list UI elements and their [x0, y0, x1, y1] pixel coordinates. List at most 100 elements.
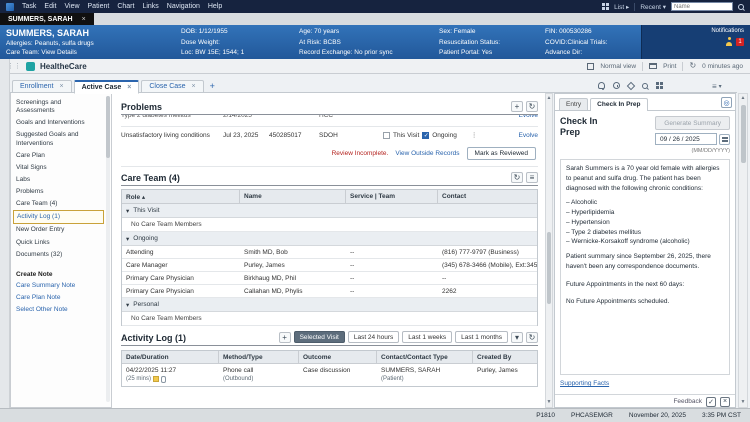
notifications-panel[interactable]: Notifications 1 [641, 25, 750, 59]
menu-links[interactable]: Links [142, 3, 158, 10]
window-scrollbar[interactable]: ▲ ▼ [738, 93, 748, 408]
column-method-type[interactable]: Method/Type [219, 351, 299, 364]
evolve-link[interactable]: Evolve [518, 132, 538, 139]
sidebar-item-goals[interactable]: Goals and Interventions [13, 117, 104, 129]
search-icon[interactable] [738, 3, 744, 10]
mark-as-reviewed-button[interactable]: Mark as Reviewed [466, 147, 536, 160]
column-contact[interactable]: Contact [438, 190, 537, 204]
group-personal[interactable]: ▾ Personal [122, 298, 537, 312]
tab-entry[interactable]: Entry [559, 98, 589, 110]
supporting-facts-link[interactable]: Supporting Facts [560, 380, 609, 387]
table-row[interactable]: Attending Smith MD, Bob -- (816) 777-979… [122, 246, 537, 259]
close-icon[interactable]: × [82, 16, 86, 23]
care-summary-note-link[interactable]: Care Summary Note [13, 280, 104, 292]
filter-last-1-weeks[interactable]: Last 1 weeks [402, 331, 453, 343]
patient-list-button[interactable]: List ▸ [614, 3, 629, 11]
tab-close-case[interactable]: Close Case × [141, 80, 204, 93]
table-row[interactable]: 04/22/2025 11:27 (25 mins) Phone call (O… [122, 364, 537, 386]
sidebar-item-new-order-entry[interactable]: New Order Entry [13, 224, 104, 236]
checkin-date-input[interactable]: 09 / 26 / 2025 [655, 133, 717, 145]
menu-task[interactable]: Task [22, 3, 36, 10]
feedback-positive-button[interactable]: ✓ [706, 396, 716, 407]
problem-row[interactable]: Unsatisfactory living conditions Jul 23,… [121, 127, 538, 143]
recent-button[interactable]: Recent ▾ [640, 3, 666, 11]
view-outside-records-link[interactable]: View Outside Records [395, 150, 459, 157]
grid-icon[interactable] [602, 3, 610, 10]
patient-tab[interactable]: SUMMERS, SARAH × [0, 13, 94, 25]
menu-navigation[interactable]: Navigation [167, 3, 200, 10]
filter-dropdown[interactable]: ▾ [511, 331, 523, 343]
activity-refresh-button[interactable]: ↻ [526, 331, 538, 343]
sidebar-item-activity-log[interactable]: Activity Log (1) [13, 210, 104, 225]
row-menu-icon[interactable]: ⋮ [471, 131, 478, 139]
sidebar-item-screenings[interactable]: Screenings and Assessments [13, 97, 104, 117]
close-icon[interactable]: × [127, 84, 131, 91]
bell-icon[interactable] [598, 82, 605, 90]
menu-view[interactable]: View [64, 3, 79, 10]
target-icon[interactable]: ◎ [721, 97, 732, 108]
ongoing-checkbox[interactable] [422, 131, 430, 139]
filter-last-1-months[interactable]: Last 1 months [455, 331, 508, 343]
column-created-by[interactable]: Created By [473, 351, 537, 364]
column-role[interactable]: Role ▴ [122, 190, 240, 204]
sidebar-item-problems[interactable]: Problems [13, 186, 104, 198]
view-mode-icon[interactable] [587, 62, 595, 70]
problem-row[interactable]: Type 2 diabetes mellitus 2/14/2025 HCC E… [121, 115, 538, 123]
tag-icon[interactable] [626, 81, 636, 90]
column-date-duration[interactable]: Date/Duration [122, 351, 219, 364]
column-contact-type[interactable]: Contact/Contact Type [377, 351, 473, 364]
column-name[interactable]: Name [240, 190, 346, 204]
menu-chart[interactable]: Chart [117, 3, 134, 10]
add-tab-button[interactable]: + [206, 81, 219, 93]
care-team-menu-button[interactable]: ≡ [526, 172, 538, 183]
sidebar-item-labs[interactable]: Labs [13, 174, 104, 186]
content-scrollbar[interactable]: ▲ ▼ [545, 93, 553, 408]
close-icon[interactable]: × [192, 83, 196, 90]
group-this-visit[interactable]: ▾ This Visit [122, 204, 537, 218]
select-other-note-link[interactable]: Select Other Note [13, 304, 104, 316]
column-service-team[interactable]: Service | Team [346, 190, 438, 204]
problems-refresh-button[interactable]: ↻ [526, 101, 538, 112]
clock-icon[interactable] [613, 82, 620, 89]
print-icon[interactable] [649, 63, 658, 69]
tab-enrollment[interactable]: Enrollment × [12, 80, 72, 93]
care-plan-note-link[interactable]: Care Plan Note [13, 292, 104, 304]
left-edge-panel[interactable] [0, 59, 10, 408]
calendar-icon[interactable] [719, 133, 730, 145]
care-team-link[interactable]: Care Team: View Details [6, 49, 175, 56]
sidebar-item-vital-signs[interactable]: Vital Signs [13, 162, 104, 174]
column-outcome[interactable]: Outcome [299, 351, 377, 364]
menu-edit[interactable]: Edit [44, 3, 56, 10]
sidebar-scrollbar[interactable] [106, 96, 110, 402]
add-activity-button[interactable]: + [278, 331, 291, 343]
table-row[interactable]: Care Manager Purley, James -- (345) 678-… [122, 259, 537, 272]
view-mode-label[interactable]: Normal view [600, 63, 636, 70]
sidebar-item-documents[interactable]: Documents (32) [13, 249, 104, 261]
tab-active-case[interactable]: Active Case × [73, 80, 140, 94]
table-row[interactable]: Primary Care Physician Birkhaug MD, Phil… [122, 272, 537, 285]
group-ongoing[interactable]: ▾ Ongoing [122, 232, 537, 246]
evolve-link[interactable]: Evolve [518, 115, 538, 119]
sidebar-item-care-team[interactable]: Care Team (4) [13, 198, 104, 210]
layout-icon[interactable] [656, 82, 663, 89]
table-row[interactable]: Primary Care Physician Callahan MD, Phyl… [122, 285, 537, 298]
menu-patient[interactable]: Patient [88, 3, 110, 10]
generate-summary-button[interactable]: Generate Summary [655, 116, 730, 130]
filter-last-24-hours[interactable]: Last 24 hours [347, 331, 400, 343]
sidebar-item-suggested-goals[interactable]: Suggested Goals and Interventions [13, 129, 104, 149]
patient-search-input[interactable] [671, 2, 733, 11]
sidebar-item-care-plan[interactable]: Care Plan [13, 150, 104, 162]
refresh-icon[interactable]: ↻ [689, 62, 696, 70]
close-icon[interactable]: × [59, 83, 63, 90]
tab-check-in-prep[interactable]: Check In Prep [590, 98, 648, 111]
sidebar-item-quick-links[interactable]: Quick Links [13, 237, 104, 249]
overflow-menu-button[interactable]: ≡ ▾ [712, 82, 722, 91]
filter-selected-visit[interactable]: Selected Visit [293, 331, 345, 343]
feedback-negative-button[interactable]: × [720, 396, 730, 407]
print-label[interactable]: Print [663, 63, 676, 70]
menu-help[interactable]: Help [208, 3, 222, 10]
search-icon[interactable] [642, 82, 648, 89]
add-problem-button[interactable]: + [511, 101, 523, 112]
this-visit-checkbox[interactable] [383, 131, 390, 139]
care-team-refresh-button[interactable]: ↻ [511, 172, 523, 183]
